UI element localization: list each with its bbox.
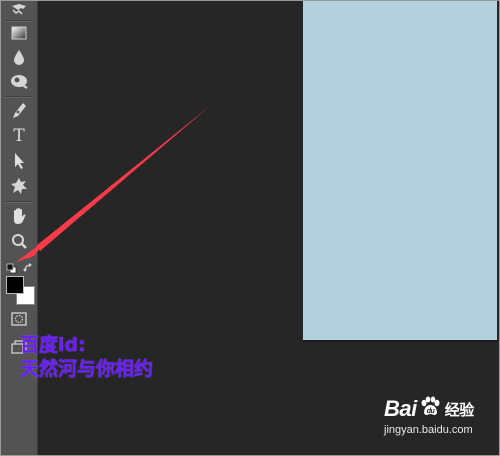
annotation-line-2: 天然河与你相约: [20, 358, 154, 380]
type-icon: T: [13, 126, 25, 146]
swap-colors-icon[interactable]: [23, 258, 33, 277]
custom-shape-tool[interactable]: [7, 175, 31, 197]
dodge-tool[interactable]: [7, 70, 31, 92]
photoshop-window: T 百度id: 天然河与你相约 Bai du 经验 jingyan.baidu.…: [0, 0, 500, 456]
foreground-color-swatch[interactable]: [6, 276, 24, 294]
watermark-logo-text: Bai: [384, 396, 417, 421]
pen-icon: [11, 102, 27, 120]
watermark-jingyan: 经验: [444, 400, 475, 419]
watermark-url: jingyan.baidu.com: [384, 424, 473, 436]
quick-mask-button[interactable]: [7, 308, 31, 330]
path-selection-tool[interactable]: [7, 150, 31, 172]
gradient-icon: [11, 26, 27, 40]
svg-text:du: du: [426, 408, 435, 415]
paw-icon: du: [419, 396, 441, 422]
hand-tool[interactable]: [7, 205, 31, 227]
gradient-tool[interactable]: [7, 22, 31, 44]
default-colors-button[interactable]: [6, 259, 17, 274]
pen-tool[interactable]: [7, 100, 31, 122]
hand-icon: [10, 207, 28, 225]
blur-tool[interactable]: [7, 46, 31, 68]
quick-mask-icon: [11, 312, 27, 326]
type-tool[interactable]: T: [7, 125, 31, 147]
path-selection-icon: [12, 152, 26, 170]
toolbar-separator: [5, 96, 33, 98]
clone-stamp-tool[interactable]: [7, 0, 31, 22]
zoom-tool[interactable]: [7, 230, 31, 252]
annotation-text: 百度id: 天然河与你相约: [20, 333, 153, 381]
clone-stamp-icon: [9, 4, 29, 18]
baidu-watermark: Bai du 经验 jingyan.baidu.com: [384, 396, 474, 436]
custom-shape-icon: [10, 177, 28, 195]
tools-panel: T: [1, 0, 38, 455]
document-canvas[interactable]: [303, 0, 497, 340]
dodge-icon: [9, 73, 29, 89]
toolbar-separator: [5, 201, 33, 203]
blur-drop-icon: [12, 49, 26, 65]
canvas-shadow: [303, 340, 497, 342]
annotation-line-1: 百度id:: [20, 334, 86, 356]
zoom-icon: [11, 233, 27, 249]
